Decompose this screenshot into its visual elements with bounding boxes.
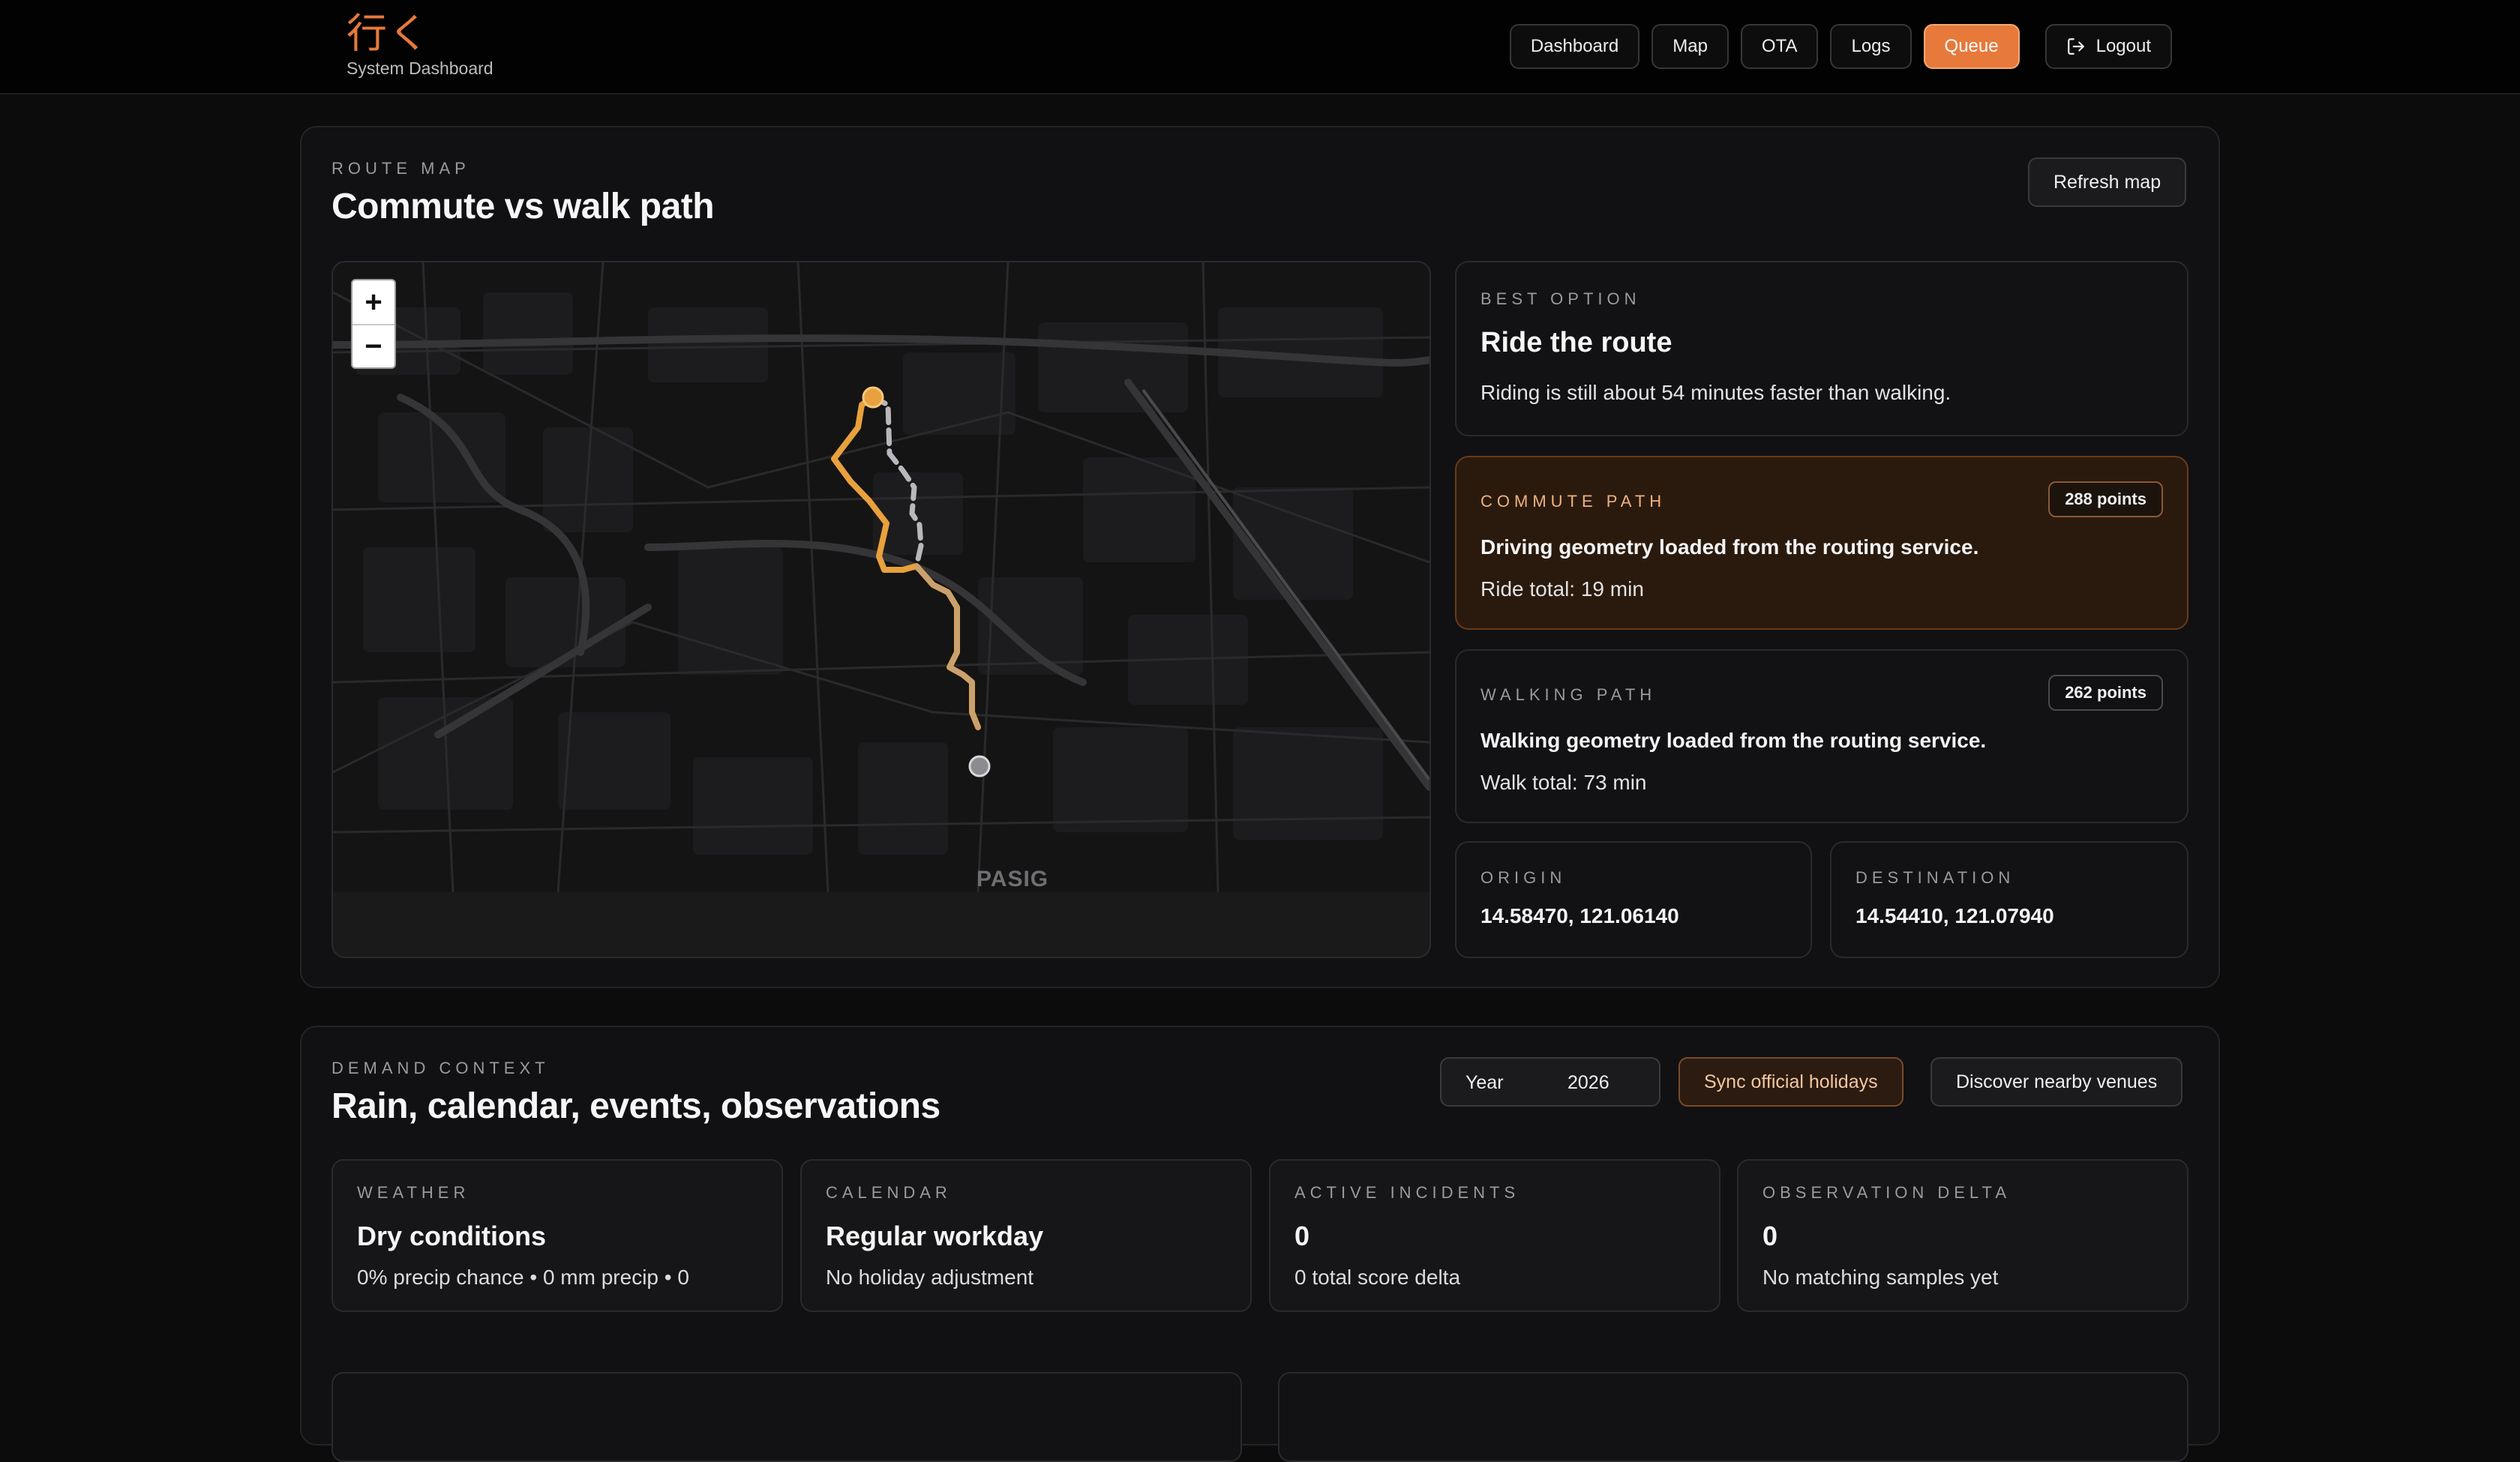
nav-logs[interactable]: Logs (1830, 24, 1912, 69)
commute-points-badge: 288 points (2048, 481, 2163, 517)
calendar-value: Regular workday (826, 1221, 1044, 1251)
destination-panel: DESTINATION 14.54410, 121.07940 (1830, 841, 2188, 958)
incidents-stat: ACTIVE INCIDENTS 0 0 total score delta (1269, 1159, 1720, 1312)
nav-map[interactable]: Map (1652, 24, 1729, 69)
weather-detail: 0% precip chance • 0 mm precip • 0 (357, 1266, 689, 1289)
zoom-in-button[interactable]: + (352, 280, 394, 324)
calendar-detail: No holiday adjustment (826, 1266, 1034, 1289)
map-view[interactable]: + − PASIG (332, 261, 1431, 958)
weather-value: Dry conditions (357, 1221, 547, 1251)
walking-total: Walk total: 73 min (1480, 771, 1647, 794)
demand-title: Rain, calendar, events, observations (332, 1086, 940, 1126)
walking-path-eyebrow: WALKING PATH (1480, 685, 1657, 704)
top-bar: 行く System Dashboard Dashboard Map OTA Lo… (0, 0, 2520, 94)
observation-detail: No matching samples yet (1762, 1266, 1999, 1289)
calendar-stat: CALENDAR Regular workday No holiday adju… (800, 1159, 1252, 1312)
refresh-map-button[interactable]: Refresh map (2028, 157, 2187, 207)
observation-value: 0 (1762, 1221, 1778, 1251)
year-label: Year (1466, 1072, 1504, 1093)
best-option-title: Ride the route (1480, 327, 1672, 358)
year-select[interactable]: Year 2026 (1440, 1057, 1660, 1107)
best-option-panel: BEST OPTION Ride the route Riding is sti… (1455, 261, 2188, 436)
nearby-venues-panel (332, 1372, 1242, 1462)
discover-venues-button[interactable]: Discover nearby venues (1930, 1057, 2183, 1107)
route-map-title: Commute vs walk path (332, 187, 715, 226)
best-option-eyebrow: BEST OPTION (1480, 289, 1641, 308)
weather-eyebrow: WEATHER (357, 1183, 470, 1202)
map-canvas[interactable] (333, 262, 1430, 892)
origin-panel: ORIGIN 14.58470, 121.06140 (1455, 841, 1812, 958)
origin-coordinates: 14.58470, 121.06140 (1480, 904, 1679, 927)
best-option-text: Riding is still about 54 minutes faster … (1480, 381, 1952, 404)
walking-points-badge: 262 points (2048, 675, 2163, 711)
demand-eyebrow: DEMAND CONTEXT (332, 1059, 550, 1077)
brand-logo: 行く (346, 10, 430, 57)
incidents-eyebrow: ACTIVE INCIDENTS (1294, 1183, 1520, 1202)
zoom-out-button[interactable]: − (352, 324, 394, 367)
destination-eyebrow: DESTINATION (1856, 868, 2015, 887)
walking-path-text: Walking geometry loaded from the routing… (1480, 729, 1987, 752)
logout-label: Logout (2096, 36, 2151, 56)
commute-path-panel: COMMUTE PATH 288 points Driving geometry… (1455, 456, 2188, 630)
walking-path-panel: WALKING PATH 262 points Walking geometry… (1455, 649, 2188, 823)
logout-button[interactable]: Logout (2044, 24, 2172, 69)
nav-ota[interactable]: OTA (1740, 24, 1819, 69)
recent-observations-panel (1278, 1372, 2188, 1462)
logout-icon (2067, 38, 2084, 55)
nav-dashboard[interactable]: Dashboard (1509, 24, 1640, 69)
weather-stat: WEATHER Dry conditions 0% precip chance … (332, 1159, 783, 1312)
route-map-eyebrow: ROUTE MAP (332, 159, 470, 178)
origin-eyebrow: ORIGIN (1480, 868, 1567, 887)
main-nav: Dashboard Map OTA Logs Queue Logout (1509, 24, 2172, 69)
incidents-detail: 0 total score delta (1294, 1266, 1461, 1289)
calendar-eyebrow: CALENDAR (826, 1183, 952, 1202)
zoom-controls: + − (351, 279, 396, 369)
observation-stat: OBSERVATION DELTA 0 No matching samples … (1737, 1159, 2188, 1312)
brand-subtitle: System Dashboard (346, 58, 494, 78)
map-place-label: PASIG (976, 867, 1049, 891)
observation-eyebrow: OBSERVATION DELTA (1762, 1183, 2012, 1202)
sync-holidays-button[interactable]: Sync official holidays (1678, 1057, 1904, 1107)
commute-total: Ride total: 19 min (1480, 577, 1644, 601)
year-value: 2026 (1568, 1072, 1610, 1093)
brand[interactable]: 行く System Dashboard (346, 10, 494, 79)
commute-path-eyebrow: COMMUTE PATH (1480, 492, 1666, 511)
destination-coordinates: 14.54410, 121.07940 (1856, 904, 2054, 927)
incidents-value: 0 (1294, 1221, 1310, 1251)
commute-path-text: Driving geometry loaded from the routing… (1480, 535, 1979, 559)
nav-queue[interactable]: Queue (1923, 24, 2020, 69)
